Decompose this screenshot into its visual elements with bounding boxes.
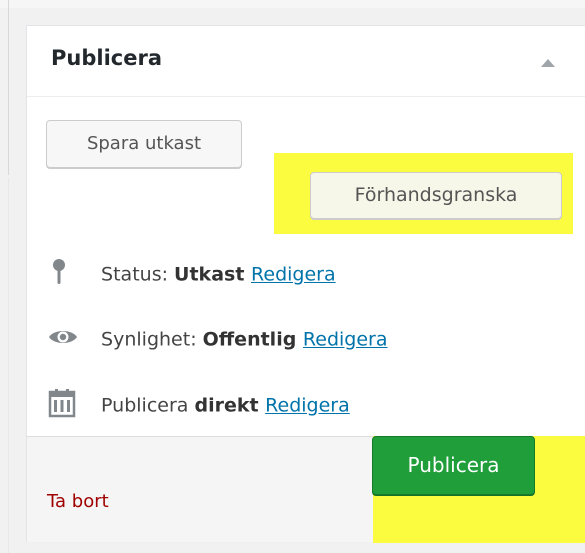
collapse-arrow-icon[interactable]	[541, 59, 555, 67]
screen: Publicera Spara utkast Förhandsgranska S…	[0, 0, 585, 553]
left-divider-lower	[8, 178, 9, 553]
publish-box-title: Publicera	[51, 46, 162, 70]
eye-icon	[47, 322, 77, 357]
visibility-value: Offentlig	[202, 328, 303, 351]
edit-visibility-link[interactable]: Redigera	[303, 329, 388, 351]
status-row: Status: Utkast Redigera	[47, 257, 336, 287]
schedule-row: Publicera direkt Redigera	[47, 388, 350, 418]
save-draft-button[interactable]: Spara utkast	[46, 120, 242, 168]
status-value: Utkast	[174, 263, 252, 286]
pin-icon	[47, 257, 77, 292]
preview-button[interactable]: Förhandsgranska	[310, 172, 562, 219]
schedule-value: direkt	[194, 394, 266, 417]
status-label: Status:	[101, 263, 175, 286]
schedule-label: Publicera	[101, 394, 195, 417]
edit-status-link[interactable]: Redigera	[251, 264, 336, 286]
edit-schedule-link[interactable]: Redigera	[265, 395, 350, 417]
delete-link[interactable]: Ta bort	[47, 491, 109, 512]
visibility-label: Synlighet:	[101, 328, 203, 351]
left-divider	[8, 0, 9, 175]
publish-box-header[interactable]: Publicera	[27, 26, 585, 97]
visibility-row: Synlighet: Offentlig Redigera	[47, 322, 388, 352]
publish-button[interactable]: Publicera	[372, 436, 535, 495]
calendar-icon	[47, 388, 77, 423]
top-edge	[0, 0, 585, 8]
